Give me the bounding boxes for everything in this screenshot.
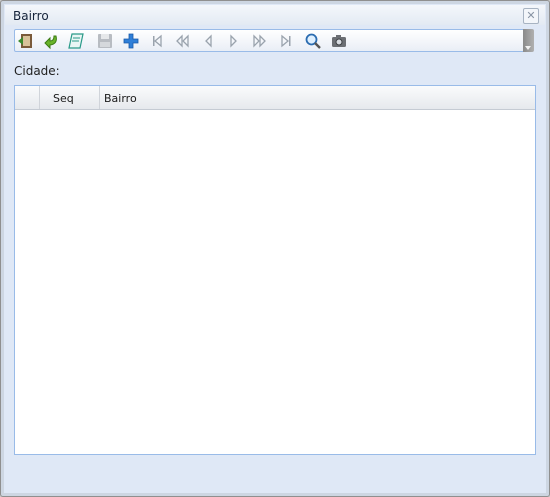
- floppy-disk-icon: [98, 34, 112, 48]
- previous-page-button[interactable]: [173, 32, 191, 50]
- chevron-down-icon: [525, 46, 531, 50]
- previous-record-icon: [205, 34, 212, 48]
- magnifier-icon: [305, 33, 321, 49]
- next-page-button[interactable]: [251, 32, 269, 50]
- window-title: Bairro: [13, 9, 49, 23]
- first-record-button[interactable]: [148, 32, 166, 50]
- toolbar: [14, 29, 525, 52]
- plus-icon: [123, 33, 139, 49]
- first-record-icon: [153, 34, 162, 48]
- column-header-seq[interactable]: Seq: [40, 86, 100, 109]
- last-record-icon: [281, 34, 291, 48]
- toolbar-scroll-button[interactable]: [523, 29, 534, 52]
- previous-record-button[interactable]: [199, 32, 217, 50]
- edit-sheet-icon: [68, 33, 84, 49]
- column-header-select[interactable]: [15, 86, 40, 109]
- photo-button[interactable]: [330, 32, 348, 50]
- grid-header: Seq Bairro: [15, 86, 535, 110]
- next-record-button[interactable]: [225, 32, 243, 50]
- exit-door-icon: [18, 34, 32, 48]
- column-header-bairro[interactable]: Bairro: [100, 86, 535, 109]
- search-button[interactable]: [304, 32, 322, 50]
- grid-body[interactable]: [15, 110, 535, 454]
- column-header-seq-label: Seq: [53, 92, 74, 105]
- close-icon: ✕: [526, 9, 536, 22]
- cidade-label: Cidade:: [14, 64, 60, 78]
- undo-arrow-icon: [44, 35, 57, 50]
- next-record-icon: [230, 34, 237, 48]
- window-titlebar[interactable]: Bairro ✕: [5, 5, 545, 25]
- last-record-button[interactable]: [277, 32, 295, 50]
- undo-button[interactable]: [42, 32, 60, 50]
- column-header-bairro-label: Bairro: [104, 92, 137, 105]
- previous-page-icon: [176, 34, 189, 48]
- exit-button[interactable]: [17, 32, 35, 50]
- save-button[interactable]: [96, 32, 114, 50]
- next-page-icon: [253, 34, 266, 48]
- edit-button[interactable]: [67, 32, 85, 50]
- close-button[interactable]: ✕: [523, 8, 539, 24]
- add-button[interactable]: [122, 32, 140, 50]
- camera-icon: [332, 35, 346, 47]
- bairro-window: Bairro ✕ Cidade: Seq Bairro: [0, 0, 550, 497]
- bairro-grid: Seq Bairro: [14, 85, 536, 455]
